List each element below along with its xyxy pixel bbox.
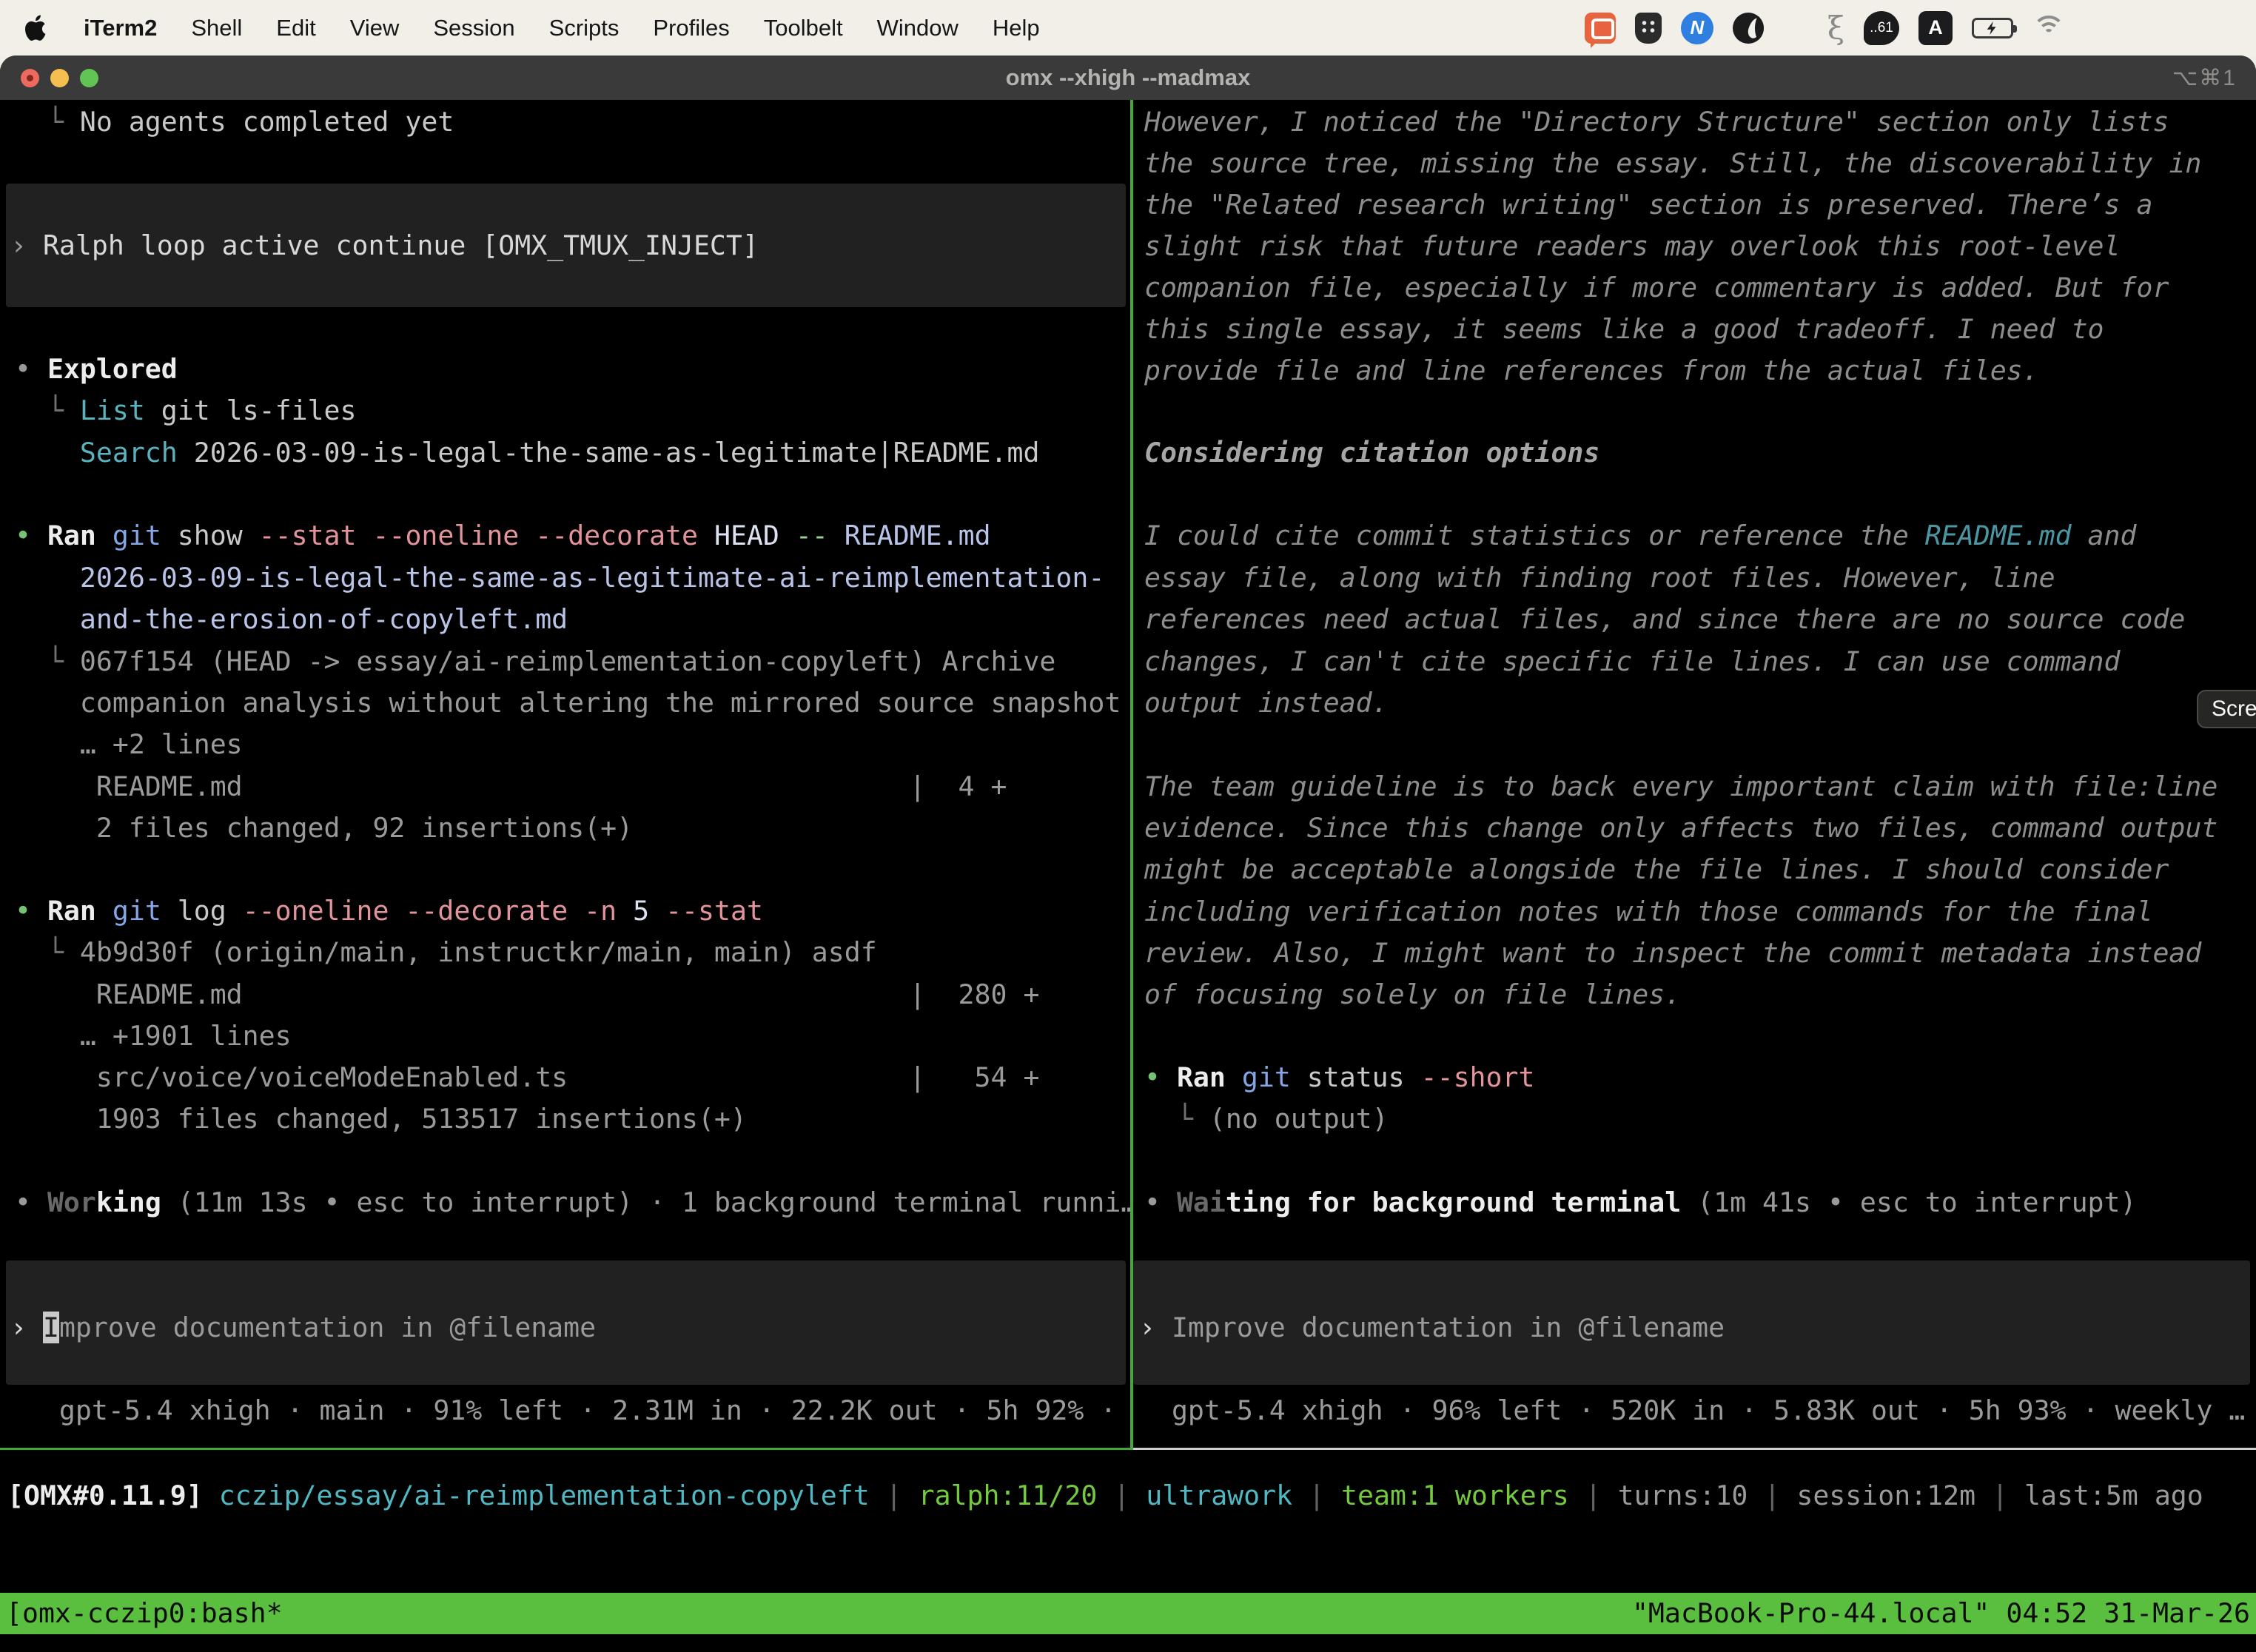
- left-prompt-text: › Improve documentation in @filename: [10, 1307, 596, 1349]
- minimize-button[interactable]: [50, 69, 69, 87]
- right-pane[interactable]: However, I noticed the "Directory Struct…: [1133, 100, 2256, 1450]
- terminal-line: • Ran git log --oneline --decorate -n 5 …: [15, 890, 763, 932]
- menu-profiles[interactable]: Profiles: [636, 15, 746, 41]
- terminal-line: … +1901 lines: [15, 1015, 292, 1057]
- menu-window[interactable]: Window: [860, 15, 976, 41]
- left-model-status: gpt-5.4 xhigh · main · 91% left · 2.31M …: [10, 1390, 1130, 1431]
- terminal-line: slight risk that future readers may over…: [1144, 226, 2121, 267]
- terminal-line: evidence. Since this change only affects…: [1144, 807, 2218, 849]
- terminal-area[interactable]: └ No agents completed yet › Ralph loop ac…: [0, 100, 2256, 1652]
- waiting-status-line: • Waiting for background terminal (1m 41…: [1144, 1182, 2136, 1223]
- blue-app-icon[interactable]: [1681, 12, 1713, 44]
- menu-toolbelt[interactable]: Toolbelt: [747, 15, 860, 41]
- working-status-line: • Working (11m 13s • esc to interrupt) ·…: [15, 1182, 1130, 1223]
- terminal-line: README.md | 4 +: [15, 766, 1007, 807]
- menu-edit[interactable]: Edit: [259, 15, 332, 41]
- menu-shell[interactable]: Shell: [174, 15, 259, 41]
- menubar-menus: iTerm2ShellEditViewSessionScriptsProfile…: [0, 15, 1057, 41]
- battery-icon[interactable]: [1972, 18, 2013, 38]
- close-button[interactable]: [21, 69, 39, 87]
- menu-iterm2[interactable]: iTerm2: [67, 15, 174, 41]
- screen-share-tooltip-label: Scre: [2212, 696, 2256, 722]
- terminal-line: this single essay, it seems like a good …: [1144, 309, 2104, 350]
- terminal-line: might be acceptable alongside the file l…: [1144, 849, 2169, 890]
- menu-scripts[interactable]: Scripts: [532, 15, 637, 41]
- a-app-icon[interactable]: A: [1918, 11, 1953, 45]
- terminal-line: • Explored: [15, 349, 178, 390]
- badge-61-icon[interactable]: ..61: [1864, 11, 1899, 45]
- terminal-line: provide file and line references from th…: [1144, 350, 2039, 392]
- terminal-line: and-the-erosion-of-copyleft.md: [15, 599, 568, 640]
- terminal-line: └ List git ls-files: [15, 390, 357, 432]
- terminal-line: including verification notes with those …: [1144, 891, 2152, 933]
- chat-bubble-icon[interactable]: [1585, 13, 1616, 44]
- dark-circle-icon[interactable]: [1733, 13, 1764, 44]
- squiggle-icon[interactable]: ξ: [1827, 13, 1844, 44]
- zoom-button[interactable]: [80, 69, 98, 87]
- terminal-line: The team guideline is to back every impo…: [1144, 766, 2218, 807]
- apple-icon[interactable]: [25, 15, 47, 41]
- iterm2-window: omx --xhigh --madmax ⌥⌘1 └ No agents com…: [0, 56, 2256, 1652]
- terminal-line: … +2 lines: [15, 724, 243, 765]
- terminal-line: essay file, along with finding root file…: [1144, 557, 2055, 599]
- tmux-status-bar: [omx-cczip0:bash* "MacBook-Pro-44.local"…: [0, 1593, 2256, 1634]
- tmux-host-clock: "MacBook-Pro-44.local" 04:52 31-Mar-26: [1632, 1593, 2256, 1634]
- menu-session[interactable]: Session: [416, 15, 531, 41]
- terminal-line: └ (no output): [1144, 1098, 1389, 1140]
- terminal-line: 1903 files changed, 513517 insertions(+): [15, 1098, 747, 1140]
- pane-divider-vertical[interactable]: [1130, 100, 1133, 1450]
- terminal-line: output instead.: [1144, 682, 1389, 724]
- terminal-line: └ No agents completed yet: [15, 101, 454, 143]
- traffic-lights: [21, 56, 98, 100]
- pane-border-bottom-right: [1133, 1448, 2256, 1450]
- terminal-line: review. Also, I might want to inspect th…: [1144, 933, 2201, 974]
- terminal-line: Search 2026-03-09-is-legal-the-same-as-l…: [15, 432, 1039, 474]
- terminal-line: └ 4b9d30f (origin/main, instructkr/main,…: [15, 932, 877, 973]
- menu-items: iTerm2ShellEditViewSessionScriptsProfile…: [67, 15, 1057, 41]
- terminal-line: companion file, especially if more comme…: [1144, 267, 2169, 309]
- terminal-line: However, I noticed the "Directory Struct…: [1144, 101, 2169, 143]
- pane-border-bottom-left: [0, 1448, 1133, 1450]
- window-title: omx --xhigh --madmax: [0, 64, 2256, 91]
- tmux-session-label[interactable]: [omx-cczip0:bash*: [0, 1593, 283, 1634]
- screen-share-tooltip: Scre: [2197, 690, 2256, 728]
- right-model-status: gpt-5.4 xhigh · 96% left · 520K in · 5.8…: [1139, 1390, 2245, 1431]
- menu-view[interactable]: View: [333, 15, 417, 41]
- terminal-line: companion analysis without altering the …: [15, 682, 1121, 724]
- dots-grid-icon[interactable]: [1783, 16, 1808, 41]
- terminal-line: references need actual files, and since …: [1144, 599, 2185, 640]
- terminal-line: src/voice/voiceModeEnabled.ts | 54 +: [15, 1057, 1039, 1098]
- terminal-line: I could cite commit statistics or refere…: [1144, 515, 2136, 557]
- right-prompt-text: › Improve documentation in @filename: [1139, 1307, 1725, 1349]
- window-titlebar[interactable]: omx --xhigh --madmax ⌥⌘1: [0, 56, 2256, 100]
- terminal-line: └ 067f154 (HEAD -> essay/ai-reimplementa…: [15, 641, 1055, 682]
- left-pane[interactable]: └ No agents completed yet › Ralph loop ac…: [0, 100, 1130, 1450]
- terminal-line: of focusing solely on file lines.: [1144, 974, 1681, 1015]
- terminal-line: 2 files changed, 92 insertions(+): [15, 807, 633, 849]
- menubar-tray: ξ ..61 A: [1585, 11, 2256, 45]
- terminal-line: • Ran git show --stat --oneline --decora…: [15, 515, 991, 557]
- terminal-line: 2026-03-09-is-legal-the-same-as-legitima…: [15, 557, 1104, 599]
- menu-help[interactable]: Help: [976, 15, 1057, 41]
- shield-grid-icon[interactable]: [1635, 13, 1662, 44]
- terminal-line: the source tree, missing the essay. Stil…: [1144, 143, 2201, 184]
- window-shortcut-badge: ⌥⌘1: [2172, 65, 2237, 91]
- ralph-inject-text: › Ralph loop active continue [OMX_TMUX_I…: [10, 225, 759, 266]
- terminal-line: the "Related research writing" section i…: [1144, 184, 2152, 226]
- thinking-heading: Considering citation options: [1144, 432, 1599, 474]
- terminal-line: changes, I can't cite specific file line…: [1144, 641, 2121, 682]
- terminal-line: README.md | 280 +: [15, 974, 1039, 1015]
- wifi-icon[interactable]: [2032, 16, 2065, 41]
- terminal-line: • Ran git status --short: [1144, 1057, 1534, 1098]
- omx-status-line: [OMX#0.11.9] cczip/essay/ai-reimplementa…: [7, 1475, 2203, 1517]
- macos-menubar: iTerm2ShellEditViewSessionScriptsProfile…: [0, 0, 2256, 56]
